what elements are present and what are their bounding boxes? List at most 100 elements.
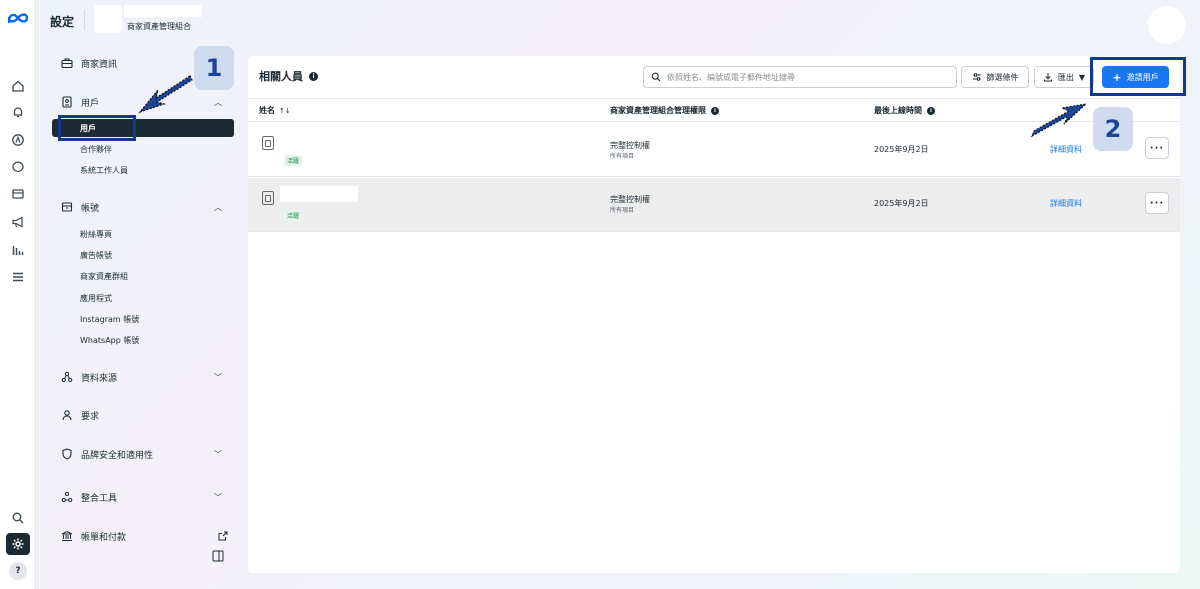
sidebar-section-brand-safety[interactable]: 品牌安全和適用性 ﹀ (52, 444, 234, 464)
megaphone-icon[interactable] (9, 213, 27, 231)
filter-label: 篩選條件 (986, 72, 1019, 82)
permission-value: 完整控制權 (610, 141, 650, 150)
shield-icon (60, 447, 74, 461)
panel-title: 相關人員 i (259, 68, 318, 84)
sidebar-item-label: 要求 (81, 411, 100, 422)
search-icon (651, 72, 661, 82)
data-sources-icon (60, 370, 74, 384)
sidebar-section-label: 用戶 (81, 98, 100, 109)
permission-scope: 所有項目 (610, 207, 635, 214)
collapse-panel-icon[interactable] (212, 550, 224, 562)
archive-icon (60, 200, 74, 214)
person-icon (60, 408, 74, 422)
search-input[interactable] (667, 72, 947, 82)
settings-gear-icon[interactable] (6, 533, 30, 555)
caret-down-icon: ▼ (1078, 72, 1086, 82)
menu-icon[interactable] (9, 268, 27, 286)
integrations-icon (60, 490, 74, 504)
export-label: 匯出 (1057, 72, 1074, 82)
annotation-highlight-invite (1090, 57, 1186, 96)
annotation-highlight-users (58, 115, 136, 141)
left-rail: ? (0, 0, 36, 589)
permission-value: 完整控制權 (610, 195, 650, 204)
insights-icon[interactable] (9, 241, 27, 259)
user-name-redacted (280, 133, 358, 149)
catalog-icon[interactable] (9, 185, 27, 203)
sidebar-item-billing[interactable]: 帳單和付款 (52, 526, 234, 546)
column-permission-label: 商家資產管理組合管理權限 (610, 106, 706, 115)
info-icon[interactable]: i (927, 106, 935, 115)
sidebar-section-label: 資料來源 (81, 373, 118, 384)
header-divider (84, 10, 85, 30)
chat-bubble-icon[interactable] (9, 158, 27, 176)
more-options-button[interactable]: ··· (1145, 192, 1169, 214)
sidebar-section-label: 品牌安全和適用性 (81, 450, 154, 461)
meta-logo-icon[interactable] (6, 10, 30, 26)
last-active-date: 2025年9月2日 (874, 199, 929, 208)
sidebar-item-system-users[interactable]: 系統工作人員 (52, 161, 234, 179)
avatar[interactable] (1148, 6, 1186, 44)
annotation-arrow-2 (1030, 103, 1088, 138)
more-options-button[interactable]: ··· (1145, 137, 1169, 159)
info-icon[interactable]: i (711, 106, 719, 115)
business-name-redacted (124, 5, 202, 17)
sidebar-section-label: 帳號 (81, 203, 100, 214)
user-badge-icon (60, 95, 74, 109)
page-title: 設定 (50, 15, 75, 29)
annotation-arrow-1 (138, 75, 193, 114)
annotation-step-2: 2 (1093, 107, 1133, 151)
user-badge-icon (262, 191, 274, 205)
home-icon[interactable] (9, 77, 27, 95)
sort-icon[interactable]: ↑↓ (279, 107, 291, 115)
chevron-down-icon[interactable]: ﹀ (214, 372, 222, 383)
filter-sliders-icon (972, 73, 981, 81)
business-manager-label[interactable]: 商家資產管理組合 (127, 21, 191, 32)
table-row[interactable]: 活躍 完整控制權 所有項目 2025年9月2日 詳細資料 ··· (248, 178, 1180, 232)
sidebar-item-pages[interactable]: 粉絲專頁 (52, 225, 234, 243)
download-icon (1043, 73, 1052, 82)
compass-icon[interactable] (9, 131, 27, 149)
chevron-up-icon[interactable]: ︿ (214, 97, 222, 108)
chevron-down-icon[interactable]: ﹀ (214, 492, 222, 503)
sidebar-item-ad-accounts[interactable]: 廣告帳號 (52, 246, 234, 264)
sidebar-item-label: 商家資訊 (81, 59, 118, 70)
column-permission: 商家資產管理組合管理權限 i (610, 105, 719, 116)
sidebar-section-accounts[interactable]: 帳號 ︿ (52, 197, 234, 217)
details-link[interactable]: 詳細資料 (1050, 144, 1082, 155)
briefcase-icon (60, 56, 74, 70)
user-badge-icon (262, 136, 274, 150)
column-name[interactable]: 姓名 ↑↓ (259, 105, 291, 116)
sidebar-section-label: 整合工具 (81, 493, 118, 504)
filter-button[interactable]: 篩選條件 (961, 66, 1029, 88)
search-bar[interactable] (643, 66, 957, 88)
sidebar-item-asset-groups[interactable]: 商家資產群組 (52, 267, 234, 285)
business-logo[interactable] (94, 5, 122, 33)
status-badge: 活躍 (284, 210, 303, 221)
status-badge: 活躍 (284, 155, 303, 166)
sidebar-item-partners[interactable]: 合作夥伴 (52, 140, 234, 158)
bank-icon (60, 529, 74, 543)
info-icon[interactable]: i (309, 71, 318, 81)
chevron-up-icon[interactable]: ︿ (214, 202, 222, 213)
sidebar-section-data-sources[interactable]: 資料來源 ﹀ (52, 367, 234, 387)
sidebar-item-requests[interactable]: 要求 (52, 405, 234, 425)
details-link[interactable]: 詳細資料 (1050, 198, 1082, 209)
sidebar-section-integrations[interactable]: 整合工具 ﹀ (52, 487, 234, 507)
help-icon[interactable]: ? (9, 562, 27, 580)
user-name-redacted (280, 186, 358, 202)
external-link-icon[interactable] (218, 531, 228, 541)
search-icon[interactable] (9, 509, 27, 527)
sidebar-item-label: 帳單和付款 (81, 532, 127, 543)
export-button[interactable]: 匯出 ▼ (1034, 66, 1094, 88)
panel-title-text: 相關人員 (259, 70, 303, 83)
chevron-down-icon[interactable]: ﹀ (214, 449, 222, 460)
sidebar-item-apps[interactable]: 應用程式 (52, 289, 234, 307)
bell-icon[interactable] (9, 103, 27, 121)
column-name-label: 姓名 (259, 106, 275, 115)
annotation-step-1: 1 (194, 46, 234, 90)
sidebar-item-instagram[interactable]: Instagram 帳號 (52, 310, 234, 328)
sidebar-item-whatsapp[interactable]: WhatsApp 帳號 (52, 331, 234, 349)
column-last-active-label: 最後上線時間 (874, 106, 922, 115)
permission-scope: 所有項目 (610, 153, 635, 160)
column-last-active: 最後上線時間 i (874, 105, 935, 116)
